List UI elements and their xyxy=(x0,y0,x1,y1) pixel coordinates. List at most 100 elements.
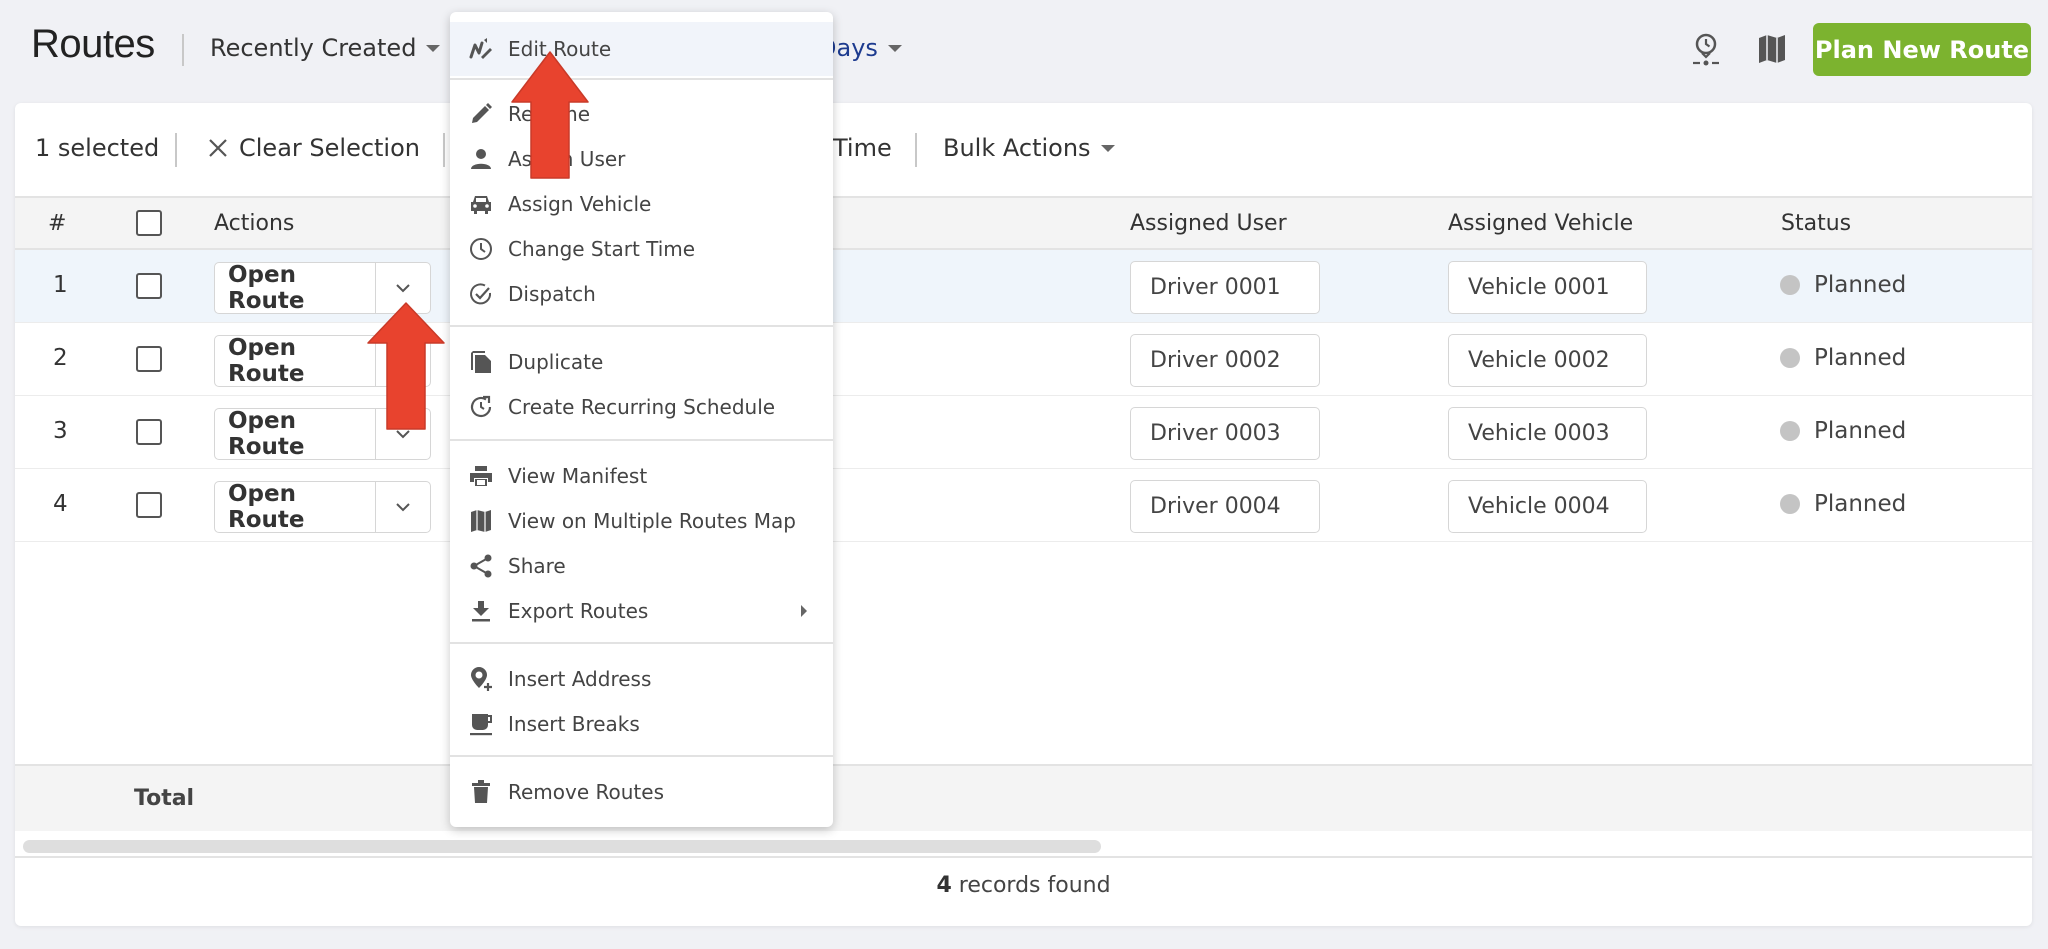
row-number: 3 xyxy=(53,418,68,444)
check-circle-icon xyxy=(468,281,494,307)
chevron-down-icon xyxy=(396,357,410,366)
row-number: 4 xyxy=(53,491,68,517)
actions-dropdown-toggle[interactable] xyxy=(376,409,430,459)
total-label: Total xyxy=(134,786,195,811)
submenu-arrow-icon xyxy=(801,605,807,617)
map-icon xyxy=(1759,35,1785,63)
menu-item-label: Export Routes xyxy=(508,599,649,623)
plan-new-route-button[interactable]: Plan New Route xyxy=(1813,23,2031,76)
route-time-button[interactable] xyxy=(1686,29,1726,69)
menu-item-label: Create Recurring Schedule xyxy=(508,395,776,419)
download-icon xyxy=(468,598,494,624)
scrollbar-thumb[interactable] xyxy=(23,840,1101,853)
column-assigned-user[interactable]: Assigned User xyxy=(1130,211,1287,236)
divider xyxy=(443,133,445,167)
chevron-down-icon xyxy=(396,503,410,512)
caret-down-icon xyxy=(1100,144,1115,152)
menu-divider xyxy=(450,755,833,757)
user-icon xyxy=(468,146,494,172)
menu-item-label: Duplicate xyxy=(508,350,604,374)
menu-item-export-routes[interactable]: Export Routes xyxy=(450,589,833,633)
assigned-vehicle-field[interactable]: Vehicle 0003 xyxy=(1448,407,1647,460)
page-header: Routes Recently Created Days Plan New Ro… xyxy=(0,0,2048,100)
column-assigned-vehicle[interactable]: Assigned Vehicle xyxy=(1448,211,1633,236)
route-time-icon xyxy=(1693,33,1719,66)
assigned-vehicle-field[interactable]: Vehicle 0004 xyxy=(1448,480,1647,533)
chevron-down-icon xyxy=(396,284,410,293)
table-row: 4 Open Route Driver 0004 Vehicle 0004 Pl… xyxy=(15,469,2032,542)
table-row: 2 Open Route Driver 0002 Vehicle 0002 Pl… xyxy=(15,323,2032,396)
sort-dropdown[interactable]: Recently Created xyxy=(210,34,441,62)
assigned-user-field[interactable]: Driver 0004 xyxy=(1130,480,1320,533)
status-dot xyxy=(1780,275,1800,295)
open-route-button[interactable]: Open Route xyxy=(215,408,376,460)
status-label: Planned xyxy=(1814,345,1907,371)
bulk-actions-label: Bulk Actions xyxy=(943,134,1091,162)
menu-item-view-multiple-routes-map[interactable]: View on Multiple Routes Map xyxy=(450,499,833,543)
assigned-user-field[interactable]: Driver 0002 xyxy=(1130,334,1320,387)
horizontal-scrollbar[interactable] xyxy=(15,831,2032,858)
menu-item-dispatch[interactable]: Dispatch xyxy=(450,272,833,316)
table-row: 1 Open Route Driver 0001 Vehicle 0001 Pl… xyxy=(15,250,2032,323)
status-dot xyxy=(1780,421,1800,441)
menu-item-label: View on Multiple Routes Map xyxy=(508,509,796,533)
menu-item-label: Rename xyxy=(508,102,591,126)
menu-item-label: Edit Route xyxy=(508,37,612,61)
row-checkbox[interactable] xyxy=(136,346,162,372)
select-all-checkbox[interactable] xyxy=(136,210,162,236)
menu-item-label: Insert Address xyxy=(508,667,652,691)
chevron-down-icon xyxy=(396,430,410,439)
add-location-icon xyxy=(468,666,494,692)
car-icon xyxy=(468,191,494,217)
column-actions: Actions xyxy=(214,211,295,236)
menu-item-edit-route[interactable]: Edit Route xyxy=(450,22,833,76)
row-number: 1 xyxy=(53,272,68,298)
menu-divider xyxy=(450,325,833,327)
actions-dropdown-toggle[interactable] xyxy=(376,482,430,532)
menu-item-remove-routes[interactable]: Remove Routes xyxy=(450,770,833,814)
assigned-vehicle-field[interactable]: Vehicle 0001 xyxy=(1448,261,1647,314)
divider xyxy=(182,34,184,66)
divider xyxy=(915,133,917,167)
menu-item-rename[interactable]: Rename xyxy=(450,92,833,136)
bulk-actions-dropdown[interactable]: Bulk Actions xyxy=(943,134,1115,162)
assigned-vehicle-field[interactable]: Vehicle 0002 xyxy=(1448,334,1647,387)
menu-item-assign-user[interactable]: Assign User xyxy=(450,137,833,181)
row-checkbox[interactable] xyxy=(136,419,162,445)
menu-item-label: Assign Vehicle xyxy=(508,192,652,216)
map-view-button[interactable] xyxy=(1752,29,1792,69)
share-icon xyxy=(468,553,494,579)
actions-dropdown-toggle[interactable] xyxy=(376,263,430,313)
row-checkbox[interactable] xyxy=(136,273,162,299)
open-route-button[interactable]: Open Route xyxy=(215,262,376,314)
clock-icon xyxy=(468,236,494,262)
caret-down-icon xyxy=(426,44,441,52)
menu-item-view-manifest[interactable]: View Manifest xyxy=(450,454,833,498)
open-route-button[interactable]: Open Route xyxy=(215,481,376,533)
row-number: 2 xyxy=(53,345,68,371)
change-start-time-button[interactable]: Time xyxy=(833,134,892,162)
menu-item-change-start-time[interactable]: Change Start Time xyxy=(450,227,833,271)
records-suffix: records found xyxy=(951,873,1111,898)
row-checkbox[interactable] xyxy=(136,492,162,518)
open-route-split-button: Open Route xyxy=(214,335,431,387)
menu-item-label: View Manifest xyxy=(508,464,648,488)
menu-item-assign-vehicle[interactable]: Assign Vehicle xyxy=(450,182,833,226)
menu-item-share[interactable]: Share xyxy=(450,544,833,588)
menu-item-insert-address[interactable]: Insert Address xyxy=(450,657,833,701)
route-actions-menu: Edit Route Rename Assign User Assign Veh… xyxy=(450,12,833,827)
printer-icon xyxy=(468,463,494,489)
actions-dropdown-toggle[interactable] xyxy=(376,336,430,386)
menu-item-insert-breaks[interactable]: Insert Breaks xyxy=(450,702,833,746)
column-status[interactable]: Status xyxy=(1781,211,1851,236)
menu-item-create-recurring-schedule[interactable]: Create Recurring Schedule xyxy=(450,385,833,429)
menu-divider xyxy=(450,439,833,441)
assigned-user-field[interactable]: Driver 0003 xyxy=(1130,407,1320,460)
menu-item-duplicate[interactable]: Duplicate xyxy=(450,340,833,384)
clear-selection-button[interactable]: Clear Selection xyxy=(207,134,420,162)
open-route-button[interactable]: Open Route xyxy=(215,335,376,387)
assigned-user-field[interactable]: Driver 0001 xyxy=(1130,261,1320,314)
sort-dropdown-label: Recently Created xyxy=(210,34,417,62)
caret-down-icon xyxy=(887,44,902,52)
recurring-icon xyxy=(468,394,494,420)
